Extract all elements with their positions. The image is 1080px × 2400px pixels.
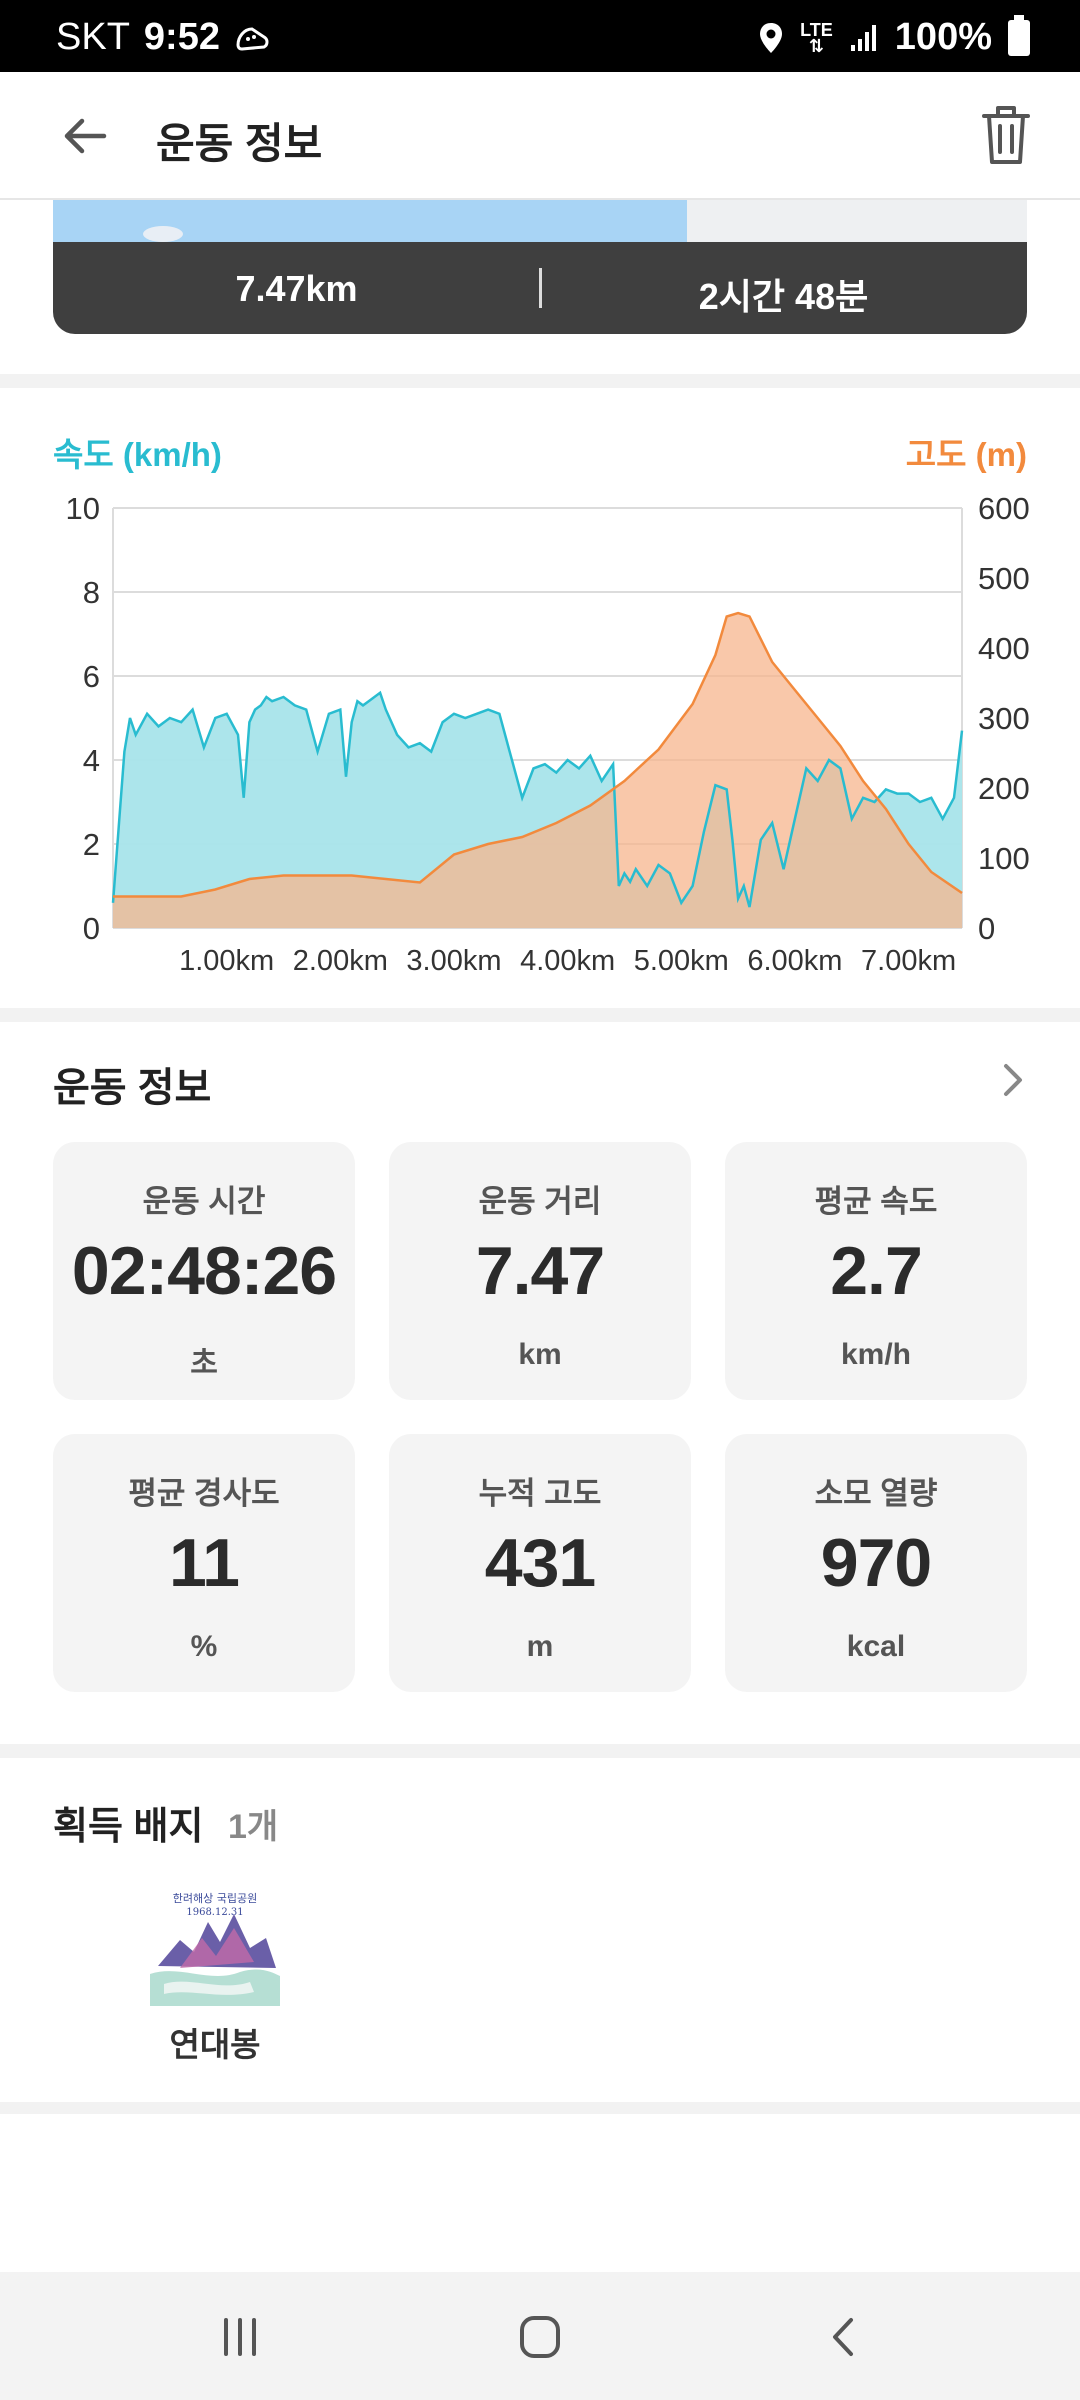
badge-name: 연대봉 [169, 2026, 261, 2063]
y-left-tick-label: 2 [83, 827, 100, 862]
y-left-tick-label: 4 [83, 743, 100, 778]
back-nav-icon[interactable] [815, 2312, 875, 2362]
section-divider [0, 374, 1080, 388]
stat-card-elevation-gain: 누적 고도 431 m [389, 1434, 691, 1692]
signal-icon [850, 24, 876, 51]
back-arrow-icon[interactable] [56, 106, 116, 166]
x-tick-label: 3.00km [406, 945, 501, 977]
stat-label: 평균 경사도 [128, 1476, 280, 1511]
x-tick-label: 7.00km [861, 945, 956, 977]
battery-percent: 100% [894, 16, 992, 58]
shoe-icon [236, 26, 269, 51]
lte-indicator: LTE ⇅ [800, 19, 833, 56]
svg-text:한려해상 국립공원: 한려해상 국립공원 [173, 1891, 257, 1905]
stat-unit: kcal [846, 1630, 906, 1663]
stat-card-duration: 운동 시간 02:48:26 초 [53, 1142, 355, 1400]
stat-label: 누적 고도 [478, 1476, 602, 1511]
status-bar: SKT 9:52 LTE ⇅ 100% [0, 0, 1080, 72]
x-tick-label: 1.00km [179, 945, 274, 977]
x-tick-label: 2.00km [293, 945, 388, 977]
route-map[interactable] [53, 200, 1027, 242]
stat-card-calories: 소모 열량 970 kcal [725, 1434, 1027, 1692]
y-right-tick-label: 200 [978, 771, 1030, 806]
carrier-label: SKT [56, 16, 130, 58]
x-tick-label: 4.00km [520, 945, 615, 977]
stat-value: 970 [820, 1525, 932, 1601]
summary-distance: 7.47km [235, 268, 358, 309]
y-right-tick-label: 500 [978, 561, 1030, 596]
y-right-tick-label: 400 [978, 631, 1030, 666]
trash-icon[interactable] [976, 102, 1036, 168]
x-tick-label: 5.00km [634, 945, 729, 977]
badges-title: 획득 배지 [53, 1806, 204, 1848]
stat-card-distance: 운동 거리 7.47 km [389, 1142, 691, 1400]
section-divider [0, 1744, 1080, 1758]
stat-card-avg-speed: 평균 속도 2.7 km/h [725, 1142, 1027, 1400]
stat-label: 운동 시간 [142, 1184, 266, 1219]
stat-unit: 초 [190, 1347, 218, 1380]
section-divider [0, 1008, 1080, 1022]
badges-count: 1개 [228, 1808, 279, 1846]
stat-unit: km [518, 1338, 562, 1371]
stat-unit: m [526, 1630, 554, 1663]
stat-card-avg-slope: 평균 경사도 11 % [53, 1434, 355, 1692]
y-left-tick-label: 0 [83, 911, 100, 946]
page-title: 운동 정보 [156, 120, 323, 167]
stat-value: 7.47 [475, 1233, 605, 1309]
speed-altitude-chart: 속도 (km/h) 고도 (m) 0 2 4 6 8 10 0 100 200 300 400 500… [0, 388, 1080, 1008]
location-icon [760, 22, 783, 53]
y-right-tick-label: 300 [978, 701, 1030, 736]
system-nav-bar [0, 2272, 1080, 2400]
y-left-tick-label: 10 [66, 491, 100, 526]
stat-label: 평균 속도 [814, 1184, 938, 1219]
stat-label: 운동 거리 [478, 1184, 602, 1219]
recent-apps-icon[interactable] [210, 2312, 270, 2362]
home-icon[interactable] [510, 2312, 570, 2362]
app-header: 운동 정보 [0, 72, 1080, 200]
summary-bar: 7.47km 2시간 48분 [53, 242, 1027, 334]
section-divider [0, 2102, 1080, 2114]
stat-value: 02:48:26 [71, 1233, 337, 1309]
clock: 9:52 [143, 16, 220, 58]
y-left-tick-label: 6 [83, 659, 100, 694]
chart-canvas: 024681001002003004005006001.00km 2.00km 3.… [66, 491, 1030, 977]
summary-duration: 2시간 48분 [698, 276, 869, 317]
exercise-info-title: 운동 정보 [53, 1066, 212, 1110]
chevron-right-icon[interactable] [992, 1056, 1032, 1104]
y-right-tick-label: 0 [978, 911, 995, 946]
stat-label: 소모 열량 [814, 1476, 938, 1511]
stat-value: 11 [169, 1525, 240, 1601]
battery-icon [1008, 14, 1030, 56]
y-left-tick-label: 8 [83, 575, 100, 610]
stat-unit: km/h [840, 1338, 912, 1371]
stat-value: 431 [484, 1525, 596, 1601]
stat-unit: % [190, 1630, 218, 1663]
badge-mountain-image[interactable]: 한려해상 국립공원 1968.12.31 [150, 1888, 280, 2006]
x-tick-label: 6.00km [747, 945, 842, 977]
y-right-tick-label: 600 [978, 491, 1030, 526]
stat-value: 2.7 [830, 1233, 923, 1309]
y-right-tick-label: 100 [978, 841, 1030, 876]
